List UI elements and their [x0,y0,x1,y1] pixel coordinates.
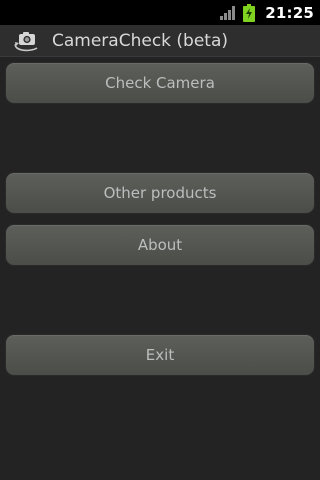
app-title: CameraCheck (beta) [52,30,229,51]
exit-button[interactable]: Exit [5,334,315,376]
title-bar: CameraCheck (beta) [0,25,320,57]
check-camera-button[interactable]: Check Camera [5,62,315,104]
clock: 21:25 [265,3,314,22]
signal-icon [220,5,236,20]
other-products-button[interactable]: Other products [5,172,315,214]
about-button[interactable]: About [5,224,315,266]
camera-rotate-icon [14,31,38,51]
battery-charging-icon [243,3,256,22]
status-bar: 21:25 [0,0,320,25]
status-icons: 21:25 [219,0,314,25]
